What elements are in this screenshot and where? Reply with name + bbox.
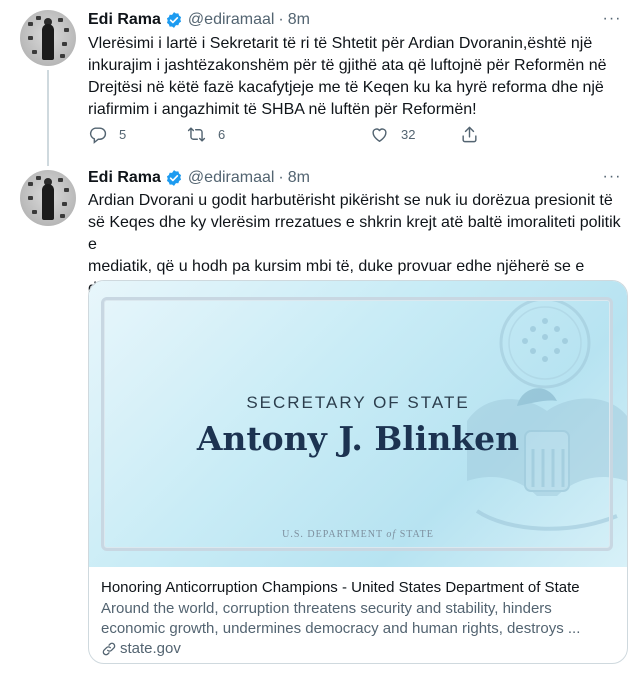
share-icon [462,126,477,142]
share-button[interactable] [460,125,479,144]
retweet-count: 6 [218,126,226,142]
tweet-actions: 5 6 32 [88,124,479,144]
tweet-header: Edi Rama @ediramaal · 8m [88,167,310,189]
separator-dot: · [278,169,284,186]
tweet-header: Edi Rama @ediramaal · 8m [88,9,310,31]
verified-badge-icon [165,169,183,187]
card-image: SECRETARY OF STATE Antony J. Blinken U.S… [89,281,627,567]
card-domain: state.gov [101,640,181,657]
tweet[interactable]: Edi Rama @ediramaal · 8m ··· Ardian Dvor… [0,162,640,678]
link-icon [102,642,116,655]
like-button[interactable]: 32 [370,125,460,144]
card-description: Around the world, corruption threatens s… [101,600,581,637]
tweet-time[interactable]: 8m [288,169,310,187]
tweet-time[interactable]: 8m [288,11,310,29]
reply-button[interactable]: 5 [88,125,187,144]
like-icon [372,127,387,142]
reply-count: 5 [119,126,127,142]
separator-dot: · [278,11,284,28]
reply-icon [89,126,107,144]
author-name[interactable]: Edi Rama [88,169,161,187]
retweet-icon [187,126,206,142]
retweet-button[interactable]: 6 [187,125,370,144]
tweet[interactable]: Edi Rama @ediramaal · 8m ··· Vlerësimi i… [0,0,640,166]
more-icon[interactable]: ··· [602,9,622,29]
card-title: Honoring Anticorruption Champions - Unit… [101,579,580,596]
link-card[interactable]: SECRETARY OF STATE Antony J. Blinken U.S… [88,280,628,664]
like-count: 32 [401,126,416,142]
author-handle[interactable]: @ediramaal [188,169,275,187]
tweet-text: Vlerësimi i lartë i Sekretarit të ri të … [88,35,607,118]
verified-badge-icon [165,11,183,29]
card-domain-text: state.gov [120,640,181,657]
more-icon[interactable]: ··· [602,167,622,187]
avatar[interactable] [20,170,76,226]
author-name[interactable]: Edi Rama [88,11,161,29]
card-image-name: Antony J. Blinken [196,419,520,458]
avatar[interactable] [20,10,76,66]
author-handle[interactable]: @ediramaal [188,11,275,29]
card-image-heading: SECRETARY OF STATE [246,393,470,412]
card-image-footer: U.S. DEPARTMENT of STATE [282,529,434,540]
thread-connector [47,70,49,166]
